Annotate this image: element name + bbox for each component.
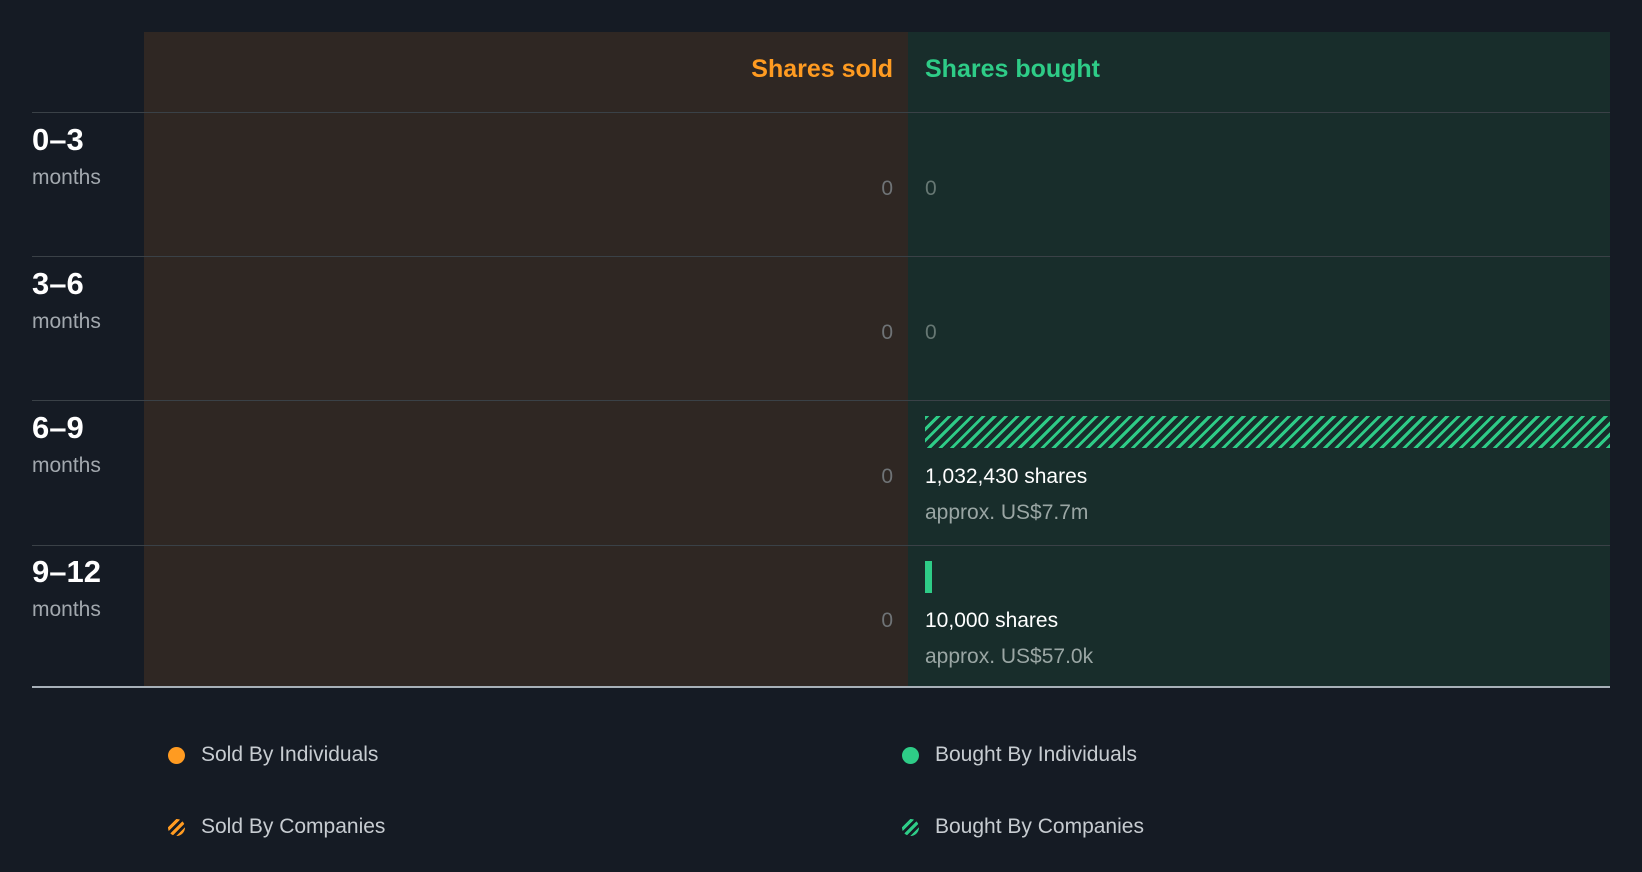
- bought-companies-bar-6-9: [925, 416, 1610, 448]
- sold-individuals-icon: [168, 746, 185, 764]
- shares-sold-panel: [144, 32, 908, 687]
- bought-shares-6-9: 1,032,430 shares: [925, 465, 1088, 488]
- row-divider: [32, 256, 1610, 257]
- sold-value-9-12: 0: [881, 609, 893, 632]
- row-divider: [32, 545, 1610, 546]
- row-divider: [32, 112, 1610, 113]
- bought-companies-icon: [902, 818, 919, 836]
- row-unit: months: [32, 598, 101, 621]
- bought-approx-value-9-12: approx. US$57.0k: [925, 645, 1094, 668]
- row-label-6-9: 6–9 months: [32, 410, 142, 481]
- row-range: 3–6: [32, 266, 84, 301]
- row-range: 0–3: [32, 122, 84, 157]
- row-range: 9–12: [32, 554, 101, 589]
- legend-label: Bought By Companies: [935, 815, 1144, 838]
- row-label-9-12: 9–12 months: [32, 554, 142, 625]
- sold-companies-icon: [168, 818, 185, 836]
- legend-item-sold-companies[interactable]: Sold By Companies: [168, 812, 385, 842]
- row-range: 6–9: [32, 410, 84, 445]
- row-label-0-3: 0–3 months: [32, 122, 142, 193]
- bought-approx-value-6-9: approx. US$7.7m: [925, 501, 1089, 524]
- sold-value-0-3: 0: [881, 177, 893, 200]
- row-unit: months: [32, 166, 101, 189]
- legend-item-sold-individuals[interactable]: Sold By Individuals: [168, 740, 378, 770]
- shares-bought-panel: [908, 32, 1610, 687]
- legend-label: Bought By Individuals: [935, 743, 1137, 766]
- bought-shares-9-12: 10,000 shares: [925, 609, 1059, 632]
- legend-item-bought-individuals[interactable]: Bought By Individuals: [902, 740, 1137, 770]
- bought-value-0-3: 0: [925, 177, 937, 200]
- bought-individuals-icon: [902, 746, 919, 764]
- legend-item-bought-companies[interactable]: Bought By Companies: [902, 812, 1144, 842]
- legend-label: Sold By Individuals: [201, 743, 379, 766]
- row-label-3-6: 3–6 months: [32, 266, 142, 337]
- sold-value-6-9: 0: [881, 465, 893, 488]
- sold-value-3-6: 0: [881, 321, 893, 344]
- legend-label: Sold By Companies: [201, 815, 386, 838]
- row-unit: months: [32, 310, 101, 333]
- chart-baseline: [32, 686, 1610, 688]
- shares-sold-header: Shares sold: [751, 55, 893, 83]
- row-unit: months: [32, 454, 101, 477]
- shares-bought-header: Shares bought: [925, 55, 1101, 83]
- bought-value-3-6: 0: [925, 321, 937, 344]
- row-divider: [32, 400, 1610, 401]
- bought-individuals-bar-9-12: [925, 561, 932, 593]
